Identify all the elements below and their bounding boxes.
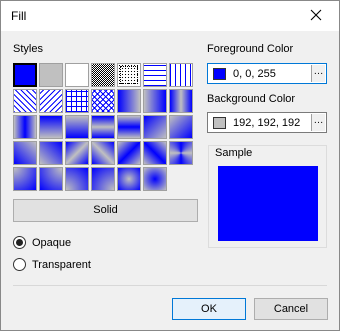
style-swatch[interactable] (39, 89, 63, 113)
solid-button[interactable]: Solid (13, 199, 198, 222)
transparent-label: Transparent (32, 258, 91, 271)
sample-label: Sample (213, 147, 255, 159)
style-swatch[interactable] (39, 63, 63, 87)
style-swatch[interactable] (65, 63, 89, 87)
style-swatch[interactable] (39, 141, 63, 165)
style-swatch[interactable] (91, 89, 115, 113)
style-swatch[interactable] (117, 63, 141, 87)
style-swatch[interactable] (13, 63, 37, 87)
style-swatch[interactable] (13, 89, 37, 113)
style-swatch[interactable] (65, 167, 89, 191)
background-color-picker-button[interactable]: … (311, 114, 325, 131)
style-swatch[interactable] (65, 141, 89, 165)
opaque-label: Opaque (32, 236, 72, 249)
styles-label: Styles (13, 43, 43, 55)
style-swatch[interactable] (91, 115, 115, 139)
style-swatch[interactable] (13, 115, 37, 139)
style-swatch[interactable] (143, 141, 167, 165)
style-swatch[interactable] (169, 89, 193, 113)
fill-dialog: Fill Styles Solid Opaque Transparent For… (0, 0, 340, 331)
style-swatch[interactable] (169, 63, 193, 87)
style-swatch[interactable] (13, 141, 37, 165)
opaque-option[interactable]: Opaque (13, 236, 71, 249)
background-color-field[interactable]: 192, 192, 192 … (207, 112, 327, 133)
transparent-option[interactable]: Transparent (13, 258, 91, 271)
sample-preview (218, 166, 318, 241)
style-swatch[interactable] (143, 167, 167, 191)
cancel-button[interactable]: Cancel (254, 298, 328, 320)
style-swatch[interactable] (143, 63, 167, 87)
style-swatch[interactable] (117, 167, 141, 191)
transparent-radio[interactable] (13, 258, 26, 271)
background-color-label: Background Color (207, 93, 296, 105)
style-swatch[interactable] (143, 89, 167, 113)
style-swatch[interactable] (117, 141, 141, 165)
style-swatch[interactable] (91, 141, 115, 165)
style-swatch[interactable] (91, 63, 115, 87)
foreground-color-value: 0, 0, 255 (233, 68, 276, 80)
style-swatch[interactable] (117, 115, 141, 139)
style-swatch[interactable] (39, 167, 63, 191)
ok-button[interactable]: OK (172, 298, 246, 320)
style-swatch[interactable] (13, 167, 37, 191)
style-swatch-grid (13, 63, 196, 192)
style-swatch[interactable] (65, 89, 89, 113)
foreground-color-field[interactable]: 0, 0, 255 … (207, 63, 327, 84)
background-color-value: 192, 192, 192 (233, 117, 301, 129)
style-swatch[interactable] (169, 115, 193, 139)
foreground-color-picker-button[interactable]: … (311, 65, 325, 82)
style-swatch[interactable] (91, 167, 115, 191)
opaque-radio[interactable] (13, 236, 26, 249)
foreground-color-chip (213, 68, 226, 80)
foreground-color-label: Foreground Color (207, 43, 294, 55)
background-color-chip (213, 117, 226, 129)
title-bar: Fill (1, 1, 339, 31)
style-swatch[interactable] (117, 89, 141, 113)
button-separator (13, 285, 327, 286)
style-swatch[interactable] (143, 115, 167, 139)
close-button[interactable] (293, 1, 339, 31)
style-swatch[interactable] (65, 115, 89, 139)
close-icon (310, 9, 322, 24)
style-swatch[interactable] (39, 115, 63, 139)
style-swatch[interactable] (169, 141, 193, 165)
window-title: Fill (11, 9, 27, 23)
